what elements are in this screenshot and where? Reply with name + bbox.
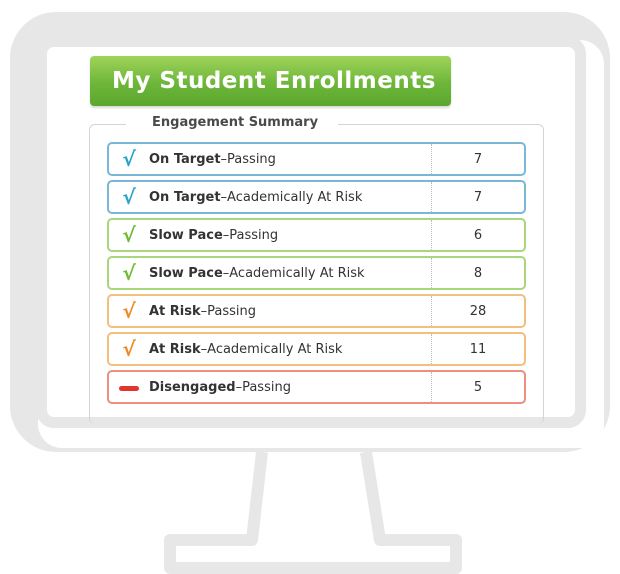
summary-row-label: Slow Pace–Academically At Risk xyxy=(149,266,431,281)
check-icon: √ xyxy=(122,261,136,285)
page-title: My Student Enrollments xyxy=(112,68,436,94)
summary-row-category: On Target xyxy=(149,189,221,205)
summary-row-category: At Risk xyxy=(149,341,201,357)
summary-row[interactable]: √ On Target–Academically At Risk 7 xyxy=(107,180,526,214)
summary-row-count: 7 xyxy=(473,151,483,167)
summary-row-label: Slow Pace–Passing xyxy=(149,228,431,243)
page-title-banner: My Student Enrollments xyxy=(90,56,451,106)
summary-row[interactable]: √ At Risk–Passing 28 xyxy=(107,294,526,328)
summary-row-label: On Target–Passing xyxy=(149,152,431,167)
summary-row[interactable]: √ At Risk–Academically At Risk 11 xyxy=(107,332,526,366)
summary-row-category: On Target xyxy=(149,151,221,167)
summary-row-status: Passing xyxy=(207,303,257,319)
summary-row-label: Disengaged–Passing xyxy=(149,380,431,395)
summary-row[interactable]: √ Slow Pace–Passing 6 xyxy=(107,218,526,252)
summary-row[interactable]: Disengaged–Passing 5 xyxy=(107,370,526,404)
summary-row-category: At Risk xyxy=(149,303,201,319)
summary-row[interactable]: √ Slow Pace–Academically At Risk 8 xyxy=(107,256,526,290)
dash-icon xyxy=(109,372,149,402)
summary-row-category: Slow Pace xyxy=(149,265,223,281)
check-icon: √ xyxy=(122,185,136,209)
summary-row-count: 11 xyxy=(469,341,487,357)
summary-row-count: 7 xyxy=(473,189,483,205)
check-icon: √ xyxy=(122,223,136,247)
summary-row-count: 8 xyxy=(473,265,483,281)
summary-row-status: Passing xyxy=(229,227,279,243)
summary-row-status: Passing xyxy=(242,379,291,395)
summary-row-status: Academically At Risk xyxy=(207,341,343,357)
summary-row-category: Slow Pace xyxy=(149,227,223,243)
summary-row-count: 28 xyxy=(469,303,487,319)
summary-row-count: 5 xyxy=(473,379,483,395)
summary-row-count: 6 xyxy=(473,227,483,243)
check-icon: √ xyxy=(122,147,136,171)
summary-row-category: Disengaged xyxy=(149,379,236,395)
summary-row[interactable]: √ On Target–Passing 7 xyxy=(107,142,526,176)
summary-row-label: At Risk–Passing xyxy=(149,304,431,319)
summary-row-status: Academically At Risk xyxy=(227,189,363,205)
check-icon: √ xyxy=(122,337,136,361)
summary-row-status: Academically At Risk xyxy=(229,265,365,281)
summary-row-label: On Target–Academically At Risk xyxy=(149,190,431,205)
check-icon: √ xyxy=(122,299,136,323)
engagement-summary-title: Engagement Summary xyxy=(126,114,339,132)
summary-row-label: At Risk–Academically At Risk xyxy=(149,342,431,357)
summary-row-status: Passing xyxy=(227,151,276,167)
